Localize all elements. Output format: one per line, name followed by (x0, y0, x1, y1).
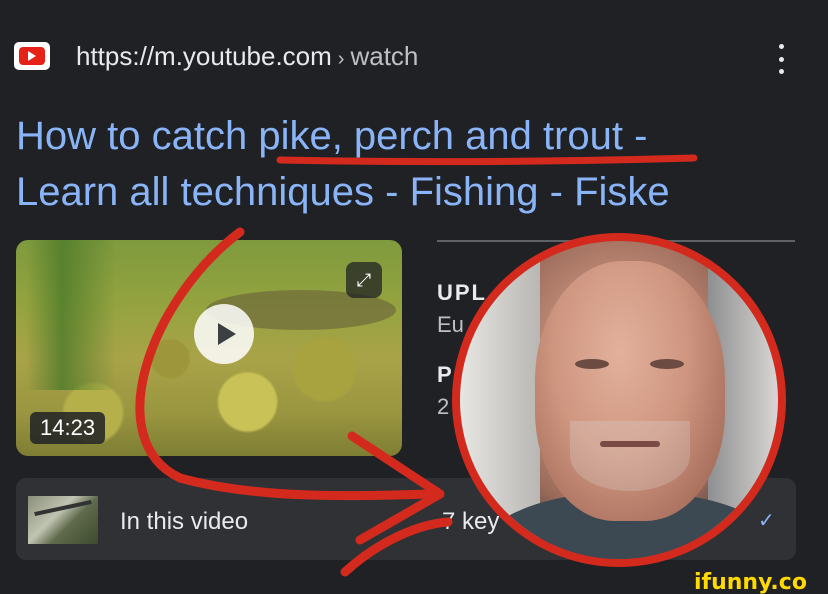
photo-beard (570, 421, 690, 491)
more-vert-icon[interactable] (771, 44, 791, 74)
title-line-2: Learn all techniques - Fishing - Fiske (16, 170, 670, 214)
play-icon[interactable] (194, 304, 254, 364)
youtube-logo-icon (14, 42, 50, 70)
ifunny-watermark: ifunny.co (694, 570, 807, 594)
photo-mouth (600, 441, 660, 447)
url-path: watch (350, 41, 419, 71)
thumbnail-plants (26, 240, 116, 390)
url-separator: › (337, 48, 345, 70)
url-domain: https://m.youtube.com (76, 41, 332, 71)
in-this-video-label: In this video (120, 508, 249, 535)
video-duration-badge: 14:23 (30, 412, 106, 444)
photo-eye-right (650, 359, 684, 369)
title-line-1: How to catch pike, perch and trout - (16, 114, 648, 158)
search-result-screen: https://m.youtube.com › watch How to catch… (0, 0, 828, 594)
result-title-link[interactable]: How to catch pike, perch and trout - Lea… (16, 108, 816, 220)
video-thumbnail[interactable]: ⤢ 14:23 (16, 240, 402, 456)
chapter-thumbnail (28, 496, 98, 544)
meme-face-photo (452, 233, 786, 567)
expand-icon[interactable]: ⤢ (346, 262, 382, 298)
result-url[interactable]: https://m.youtube.com › watch (76, 40, 418, 75)
photo-eye-left (575, 359, 609, 369)
